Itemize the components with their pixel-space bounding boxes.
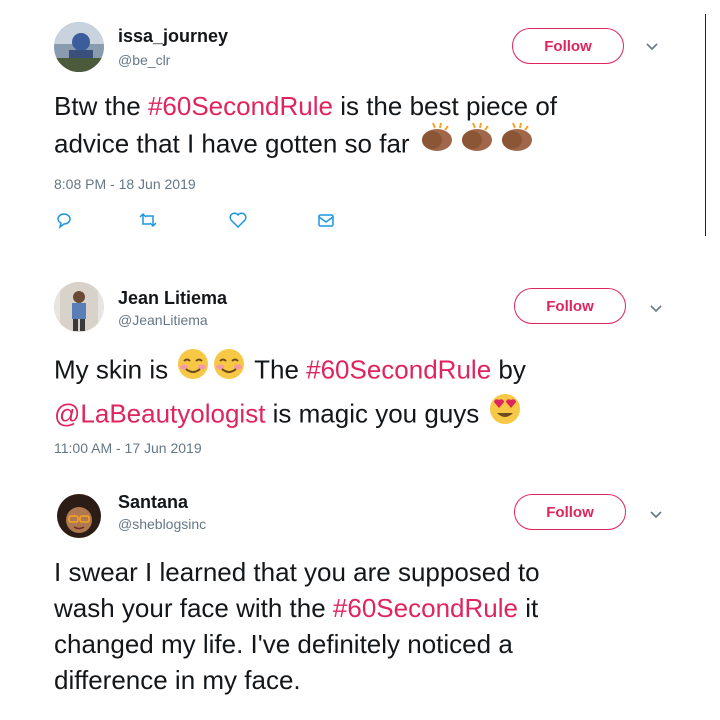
timestamp[interactable]: 8:08 PM - 18 Jun 2019 xyxy=(54,176,196,192)
follow-button[interactable]: Follow xyxy=(512,28,624,64)
text-segment: it xyxy=(517,593,539,623)
like-icon[interactable] xyxy=(228,210,248,230)
smiling-face-icon xyxy=(211,347,247,390)
tweet-2: Jean Litiema @JeanLitiema Follow My skin… xyxy=(0,270,720,470)
user-handle[interactable]: @sheblogsinc xyxy=(118,516,206,532)
timestamp[interactable]: 11:00 AM - 17 Jun 2019 xyxy=(54,440,202,456)
tweet-text: My skin is The #60SecondRule by @LaBeaut… xyxy=(54,347,694,438)
user-handle[interactable]: @be_clr xyxy=(118,52,170,68)
divider xyxy=(705,14,706,236)
tweet-3: Santana @sheblogsinc Follow I swear I le… xyxy=(0,478,720,720)
hashtag-link[interactable]: #60SecondRule xyxy=(306,354,491,384)
tweet-text: Btw the #60SecondRule is the best piece … xyxy=(54,88,694,167)
chevron-down-icon[interactable] xyxy=(648,300,664,316)
follow-button[interactable]: Follow xyxy=(514,288,626,324)
display-name[interactable]: issa_journey xyxy=(118,26,228,47)
display-name[interactable]: Jean Litiema xyxy=(118,288,227,309)
tweet-1: issa_journey @be_clr Follow Btw the #60S… xyxy=(0,0,720,240)
chevron-down-icon[interactable] xyxy=(644,38,660,54)
tweet-text: I swear I learned that you are supposed … xyxy=(54,554,694,698)
text-segment: changed my life. I've definitely noticed… xyxy=(54,629,513,659)
avatar[interactable] xyxy=(54,22,104,72)
clapping-hands-icon xyxy=(417,121,457,164)
user-handle[interactable]: @JeanLitiema xyxy=(118,312,208,328)
display-name[interactable]: Santana xyxy=(118,492,188,513)
hashtag-link[interactable]: #60SecondRule xyxy=(333,593,518,623)
message-icon[interactable] xyxy=(316,210,336,230)
text-segment: My skin is xyxy=(54,354,176,385)
heart-eyes-icon xyxy=(487,390,523,435)
text-segment: is magic you guys xyxy=(265,398,487,429)
clapping-hands-icon xyxy=(457,121,497,164)
retweet-icon[interactable] xyxy=(138,210,158,230)
mention-link[interactable]: @LaBeautyologist xyxy=(54,398,265,428)
text-segment: The xyxy=(247,354,307,385)
clapping-hands-icon xyxy=(497,121,537,164)
text-segment: is the best piece of xyxy=(332,91,558,121)
text-segment: Btw the xyxy=(54,91,148,121)
text-segment: difference in my face. xyxy=(54,665,301,695)
text-segment: by xyxy=(491,354,526,385)
hashtag-link[interactable]: #60SecondRule xyxy=(148,91,333,121)
avatar[interactable] xyxy=(54,282,104,332)
reply-icon[interactable] xyxy=(54,210,74,230)
text-segment: I swear I learned that you are supposed … xyxy=(54,557,540,587)
chevron-down-icon[interactable] xyxy=(648,506,664,522)
follow-button[interactable]: Follow xyxy=(514,494,626,530)
avatar[interactable] xyxy=(54,492,104,542)
text-segment: advice that I have gotten so far xyxy=(54,128,410,159)
text-segment: wash your face with the xyxy=(54,593,333,623)
smiling-face-icon xyxy=(175,347,211,390)
